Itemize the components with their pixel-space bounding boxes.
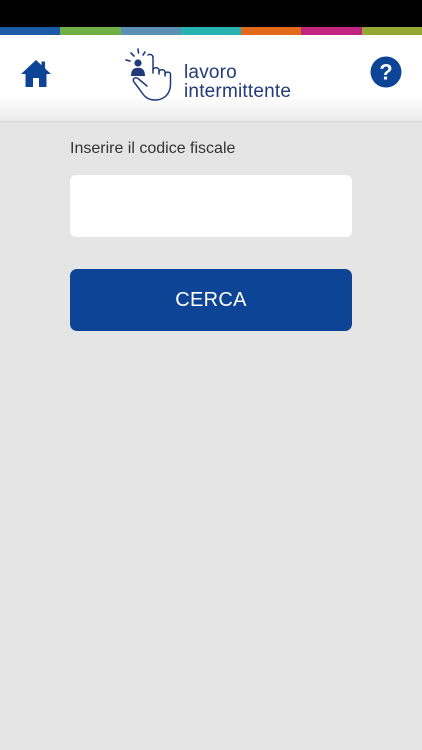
stripe-segment bbox=[241, 27, 302, 35]
hand-tap-icon bbox=[125, 48, 172, 101]
logo-text-line-1: lavoro bbox=[184, 62, 237, 83]
home-icon bbox=[21, 60, 51, 87]
stripe-segment bbox=[60, 27, 121, 35]
app-header: lavoro intermittente ? bbox=[0, 35, 422, 122]
home-button[interactable] bbox=[20, 57, 52, 89]
status-bar bbox=[0, 0, 422, 27]
help-button[interactable]: ? bbox=[370, 56, 402, 88]
stripe-segment bbox=[0, 27, 61, 35]
logo-text-line-2: intermittente bbox=[184, 81, 292, 102]
color-stripe bbox=[0, 27, 422, 35]
fiscal-code-input[interactable] bbox=[70, 175, 352, 237]
stripe-segment bbox=[361, 27, 422, 35]
stripe-segment bbox=[301, 27, 362, 35]
question-mark-icon: ? bbox=[370, 56, 402, 88]
fiscal-code-label: Inserire il codice fiscale bbox=[70, 140, 236, 157]
search-button[interactable]: CERCA bbox=[70, 269, 352, 331]
stripe-segment bbox=[120, 27, 181, 35]
svg-text:?: ? bbox=[379, 60, 392, 85]
app-logo: lavoro intermittente bbox=[118, 43, 308, 105]
stripe-segment bbox=[180, 27, 242, 35]
